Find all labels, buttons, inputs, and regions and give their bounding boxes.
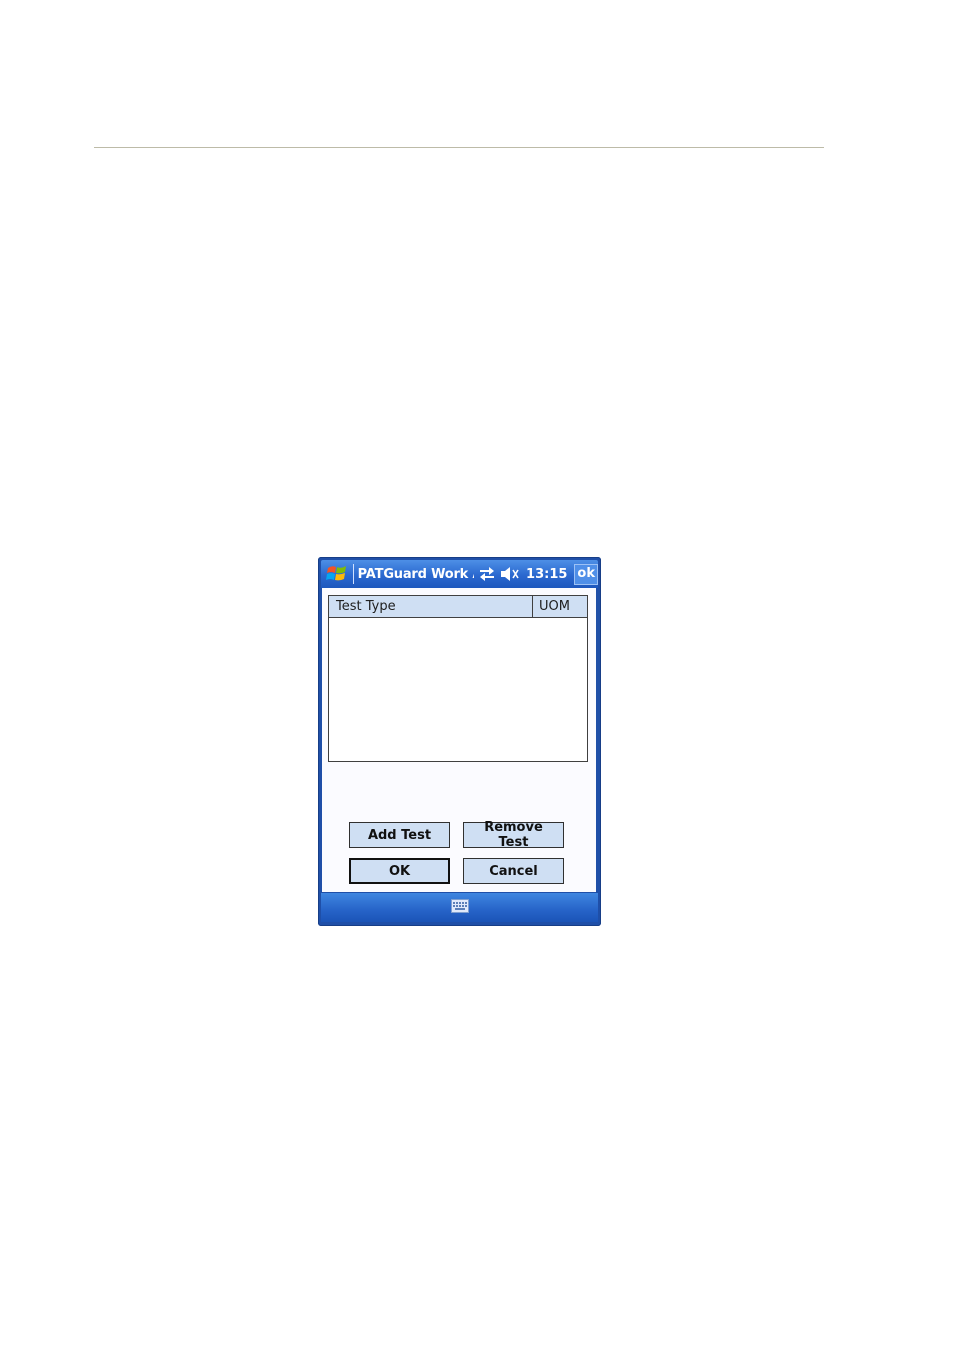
ok-title-button[interactable]: ok xyxy=(574,563,598,585)
column-header-uom[interactable]: UOM xyxy=(533,596,587,617)
device-window: PATGuard Work Al 13:15 ok Test Type UOM xyxy=(318,557,601,926)
cancel-button[interactable]: Cancel xyxy=(463,858,564,884)
title-separator xyxy=(352,564,354,584)
clock[interactable]: 13:15 xyxy=(526,567,567,582)
column-header-test-type[interactable]: Test Type xyxy=(329,596,533,617)
dialog-content: Test Type UOM Add Test Remove Test OK Ca… xyxy=(322,588,596,892)
ok-button[interactable]: OK xyxy=(349,858,450,884)
keyboard-icon[interactable] xyxy=(450,898,469,917)
app-title: PATGuard Work Al xyxy=(357,566,475,582)
speaker-muted-icon[interactable] xyxy=(500,564,520,584)
remove-test-button[interactable]: Remove Test xyxy=(463,820,564,850)
list-body[interactable] xyxy=(329,618,587,761)
add-test-button[interactable]: Add Test xyxy=(349,822,450,848)
page-divider xyxy=(94,147,824,148)
list-header: Test Type UOM xyxy=(329,596,587,618)
soft-key-bar xyxy=(321,893,598,922)
title-bar: PATGuard Work Al 13:15 ok xyxy=(321,560,598,588)
test-list[interactable]: Test Type UOM xyxy=(328,595,588,762)
windows-start-icon[interactable] xyxy=(324,561,350,587)
connectivity-icon[interactable] xyxy=(477,564,497,584)
